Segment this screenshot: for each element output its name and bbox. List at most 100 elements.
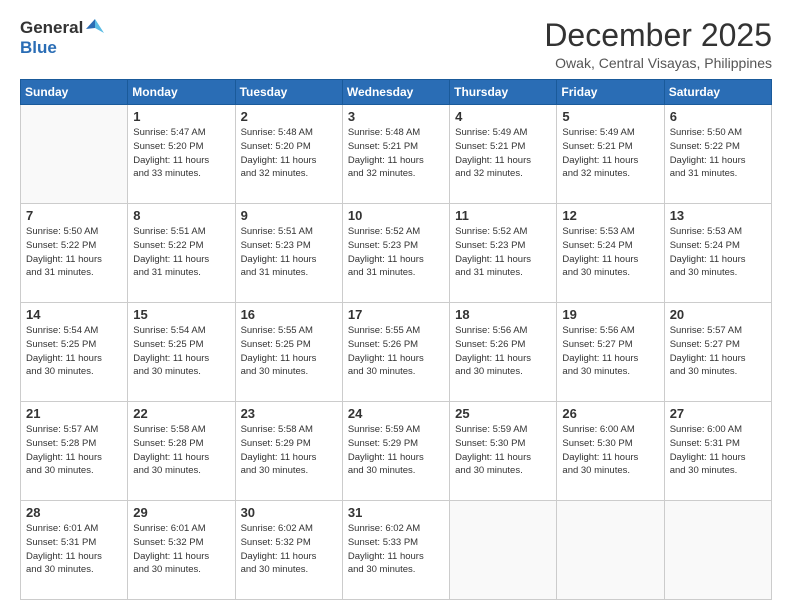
calendar-cell: 8Sunrise: 5:51 AM Sunset: 5:22 PM Daylig… [128,204,235,303]
location: Owak, Central Visayas, Philippines [544,55,772,71]
calendar-cell: 28 Sunrise: 6:01 AM Sunset: 5:31 PM Dayli… [21,501,128,600]
day-number: 31 [348,505,444,520]
day-number: 9 [241,208,337,223]
day-info: Sunrise: 5:48 AM Sunset: 5:20 PM Dayligh… [241,126,337,181]
col-wednesday: Wednesday [342,80,449,105]
calendar-week-1: 1 Sunrise: 5:47 AM Sunset: 5:20 PM Daylig… [21,105,772,204]
day-number: 30 [241,505,337,520]
calendar-cell [557,501,664,600]
day-number: 4 [455,109,551,124]
day-info: Sunrise: 5:51 AM Sunset: 5:22 PM Dayligh… [133,225,229,280]
calendar-cell: 27Sunrise: 6:00 AM Sunset: 5:31 PM Dayli… [664,402,771,501]
calendar-week-2: 7 Sunrise: 5:50 AM Sunset: 5:22 PM Daylig… [21,204,772,303]
calendar-cell: 21 Sunrise: 5:57 AM Sunset: 5:28 PM Dayli… [21,402,128,501]
logo-general: General [20,18,83,38]
calendar-cell: 19Sunrise: 5:56 AM Sunset: 5:27 PM Dayli… [557,303,664,402]
day-info: Sunrise: 5:55 AM Sunset: 5:26 PM Dayligh… [348,324,444,379]
day-number: 7 [26,208,122,223]
day-info: Sunrise: 5:58 AM Sunset: 5:29 PM Dayligh… [241,423,337,478]
page: General Blue December 2025 Owak, Central… [0,0,792,612]
day-number: 22 [133,406,229,421]
day-info: Sunrise: 5:47 AM Sunset: 5:20 PM Dayligh… [133,126,229,181]
day-info: Sunrise: 5:58 AM Sunset: 5:28 PM Dayligh… [133,423,229,478]
day-number: 12 [562,208,658,223]
calendar-cell: 9 Sunrise: 5:51 AM Sunset: 5:23 PM Daylig… [235,204,342,303]
calendar-cell: 29 Sunrise: 6:01 AM Sunset: 5:32 PM Dayli… [128,501,235,600]
col-sunday: Sunday [21,80,128,105]
calendar-cell: 13 Sunrise: 5:53 AM Sunset: 5:24 PM Dayli… [664,204,771,303]
day-info: Sunrise: 5:48 AM Sunset: 5:21 PM Dayligh… [348,126,444,181]
col-saturday: Saturday [664,80,771,105]
day-number: 17 [348,307,444,322]
logo: General Blue [20,18,104,58]
calendar-cell: 3 Sunrise: 5:48 AM Sunset: 5:21 PM Daylig… [342,105,449,204]
day-info: Sunrise: 5:49 AM Sunset: 5:21 PM Dayligh… [562,126,658,181]
calendar-cell: 18 Sunrise: 5:56 AM Sunset: 5:26 PM Dayli… [450,303,557,402]
calendar-cell: 2Sunrise: 5:48 AM Sunset: 5:20 PM Daylig… [235,105,342,204]
day-info: Sunrise: 5:57 AM Sunset: 5:28 PM Dayligh… [26,423,122,478]
day-number: 28 [26,505,122,520]
day-number: 10 [348,208,444,223]
day-info: Sunrise: 5:50 AM Sunset: 5:22 PM Dayligh… [26,225,122,280]
day-info: Sunrise: 5:57 AM Sunset: 5:27 PM Dayligh… [670,324,766,379]
day-info: Sunrise: 6:02 AM Sunset: 5:32 PM Dayligh… [241,522,337,577]
day-number: 3 [348,109,444,124]
col-thursday: Thursday [450,80,557,105]
day-info: Sunrise: 5:56 AM Sunset: 5:26 PM Dayligh… [455,324,551,379]
day-number: 14 [26,307,122,322]
calendar-cell: 7 Sunrise: 5:50 AM Sunset: 5:22 PM Daylig… [21,204,128,303]
calendar-header-row: Sunday Monday Tuesday Wednesday Thursday… [21,80,772,105]
day-number: 11 [455,208,551,223]
logo-blue: Blue [20,38,57,58]
calendar-week-3: 14 Sunrise: 5:54 AM Sunset: 5:25 PM Dayli… [21,303,772,402]
day-info: Sunrise: 5:59 AM Sunset: 5:29 PM Dayligh… [348,423,444,478]
calendar-cell [450,501,557,600]
calendar-cell: 25 Sunrise: 5:59 AM Sunset: 5:30 PM Dayli… [450,402,557,501]
day-number: 29 [133,505,229,520]
calendar-week-5: 28 Sunrise: 6:01 AM Sunset: 5:31 PM Dayli… [21,501,772,600]
calendar-cell: 10 Sunrise: 5:52 AM Sunset: 5:23 PM Dayli… [342,204,449,303]
title-block: December 2025 Owak, Central Visayas, Phi… [544,18,772,71]
day-number: 6 [670,109,766,124]
day-number: 5 [562,109,658,124]
day-info: Sunrise: 5:53 AM Sunset: 5:24 PM Dayligh… [562,225,658,280]
month-title: December 2025 [544,18,772,53]
day-info: Sunrise: 6:01 AM Sunset: 5:31 PM Dayligh… [26,522,122,577]
calendar-table: Sunday Monday Tuesday Wednesday Thursday… [20,79,772,600]
calendar-cell [21,105,128,204]
day-number: 15 [133,307,229,322]
day-number: 25 [455,406,551,421]
day-number: 1 [133,109,229,124]
col-tuesday: Tuesday [235,80,342,105]
col-monday: Monday [128,80,235,105]
day-info: Sunrise: 5:52 AM Sunset: 5:23 PM Dayligh… [455,225,551,280]
calendar-cell: 16Sunrise: 5:55 AM Sunset: 5:25 PM Dayli… [235,303,342,402]
col-friday: Friday [557,80,664,105]
calendar-cell: 17 Sunrise: 5:55 AM Sunset: 5:26 PM Dayli… [342,303,449,402]
day-info: Sunrise: 5:54 AM Sunset: 5:25 PM Dayligh… [26,324,122,379]
day-info: Sunrise: 5:59 AM Sunset: 5:30 PM Dayligh… [455,423,551,478]
day-info: Sunrise: 6:02 AM Sunset: 5:33 PM Dayligh… [348,522,444,577]
calendar-cell: 31 Sunrise: 6:02 AM Sunset: 5:33 PM Dayli… [342,501,449,600]
calendar-cell: 23Sunrise: 5:58 AM Sunset: 5:29 PM Dayli… [235,402,342,501]
day-info: Sunrise: 6:01 AM Sunset: 5:32 PM Dayligh… [133,522,229,577]
day-info: Sunrise: 5:53 AM Sunset: 5:24 PM Dayligh… [670,225,766,280]
calendar-cell: 26Sunrise: 6:00 AM Sunset: 5:30 PM Dayli… [557,402,664,501]
day-number: 21 [26,406,122,421]
calendar-cell: 14 Sunrise: 5:54 AM Sunset: 5:25 PM Dayli… [21,303,128,402]
calendar-cell: 15 Sunrise: 5:54 AM Sunset: 5:25 PM Dayli… [128,303,235,402]
calendar-cell: 1 Sunrise: 5:47 AM Sunset: 5:20 PM Daylig… [128,105,235,204]
day-number: 18 [455,307,551,322]
day-number: 13 [670,208,766,223]
logo-bird-icon [86,19,104,38]
day-info: Sunrise: 5:56 AM Sunset: 5:27 PM Dayligh… [562,324,658,379]
calendar-cell: 30 Sunrise: 6:02 AM Sunset: 5:32 PM Dayli… [235,501,342,600]
day-info: Sunrise: 5:52 AM Sunset: 5:23 PM Dayligh… [348,225,444,280]
calendar-cell: 4 Sunrise: 5:49 AM Sunset: 5:21 PM Daylig… [450,105,557,204]
day-info: Sunrise: 5:51 AM Sunset: 5:23 PM Dayligh… [241,225,337,280]
day-info: Sunrise: 5:49 AM Sunset: 5:21 PM Dayligh… [455,126,551,181]
day-info: Sunrise: 6:00 AM Sunset: 5:31 PM Dayligh… [670,423,766,478]
calendar-cell: 22 Sunrise: 5:58 AM Sunset: 5:28 PM Dayli… [128,402,235,501]
day-info: Sunrise: 5:54 AM Sunset: 5:25 PM Dayligh… [133,324,229,379]
day-number: 26 [562,406,658,421]
